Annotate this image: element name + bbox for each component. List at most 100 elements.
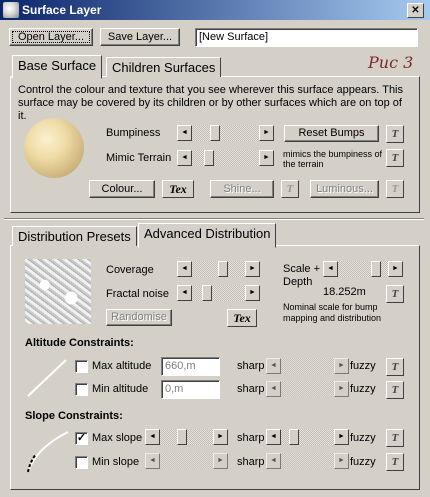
- slider-right-arrow-icon[interactable]: ►: [259, 125, 274, 141]
- slider-thumb[interactable]: [177, 429, 187, 445]
- tab-base-surface[interactable]: Base Surface: [12, 55, 103, 79]
- max-slope-slider[interactable]: ◄ ►: [145, 429, 228, 445]
- slider-track[interactable]: [192, 150, 259, 166]
- slider-left-arrow-icon[interactable]: ◄: [266, 453, 281, 469]
- fractal-noise-slider[interactable]: ◄ ►: [177, 285, 260, 301]
- scale-depth-value: 18.252m: [323, 286, 366, 298]
- surface-name-field[interactable]: [New Surface]: [195, 28, 418, 47]
- colour-button[interactable]: Colour...: [89, 180, 155, 198]
- slider-left-arrow-icon[interactable]: ◄: [145, 429, 160, 445]
- min-altitude-label: Min altitude: [92, 383, 149, 395]
- slider-right-arrow-icon[interactable]: ►: [259, 150, 274, 166]
- max-altitude-checkbox[interactable]: [75, 360, 88, 373]
- scale-depth-slider[interactable]: ◄ ►: [323, 261, 403, 277]
- slope-curve-icon: [27, 431, 69, 473]
- max-altitude-fuzz-slider[interactable]: ◄ ►: [266, 358, 349, 374]
- slider-right-arrow-icon[interactable]: ►: [245, 261, 260, 277]
- max-slope-sharp-label: sharp: [237, 432, 265, 444]
- slider-left-arrow-icon[interactable]: ◄: [177, 150, 192, 166]
- slider-left-arrow-icon[interactable]: ◄: [177, 261, 192, 277]
- slider-thumb[interactable]: [371, 261, 381, 277]
- slider-track[interactable]: [281, 453, 334, 469]
- slider-thumb[interactable]: [218, 261, 228, 277]
- slider-track[interactable]: [192, 125, 259, 141]
- min-altitude-sharp-label: sharp: [237, 383, 265, 395]
- max-altitude-label: Max altitude: [92, 360, 152, 372]
- min-altitude-field[interactable]: 0,m: [161, 380, 220, 399]
- shine-button[interactable]: Shine...: [210, 180, 274, 198]
- distribution-tex-button[interactable]: Tex: [227, 309, 257, 327]
- reset-bumps-button[interactable]: Reset Bumps: [284, 125, 379, 142]
- open-layer-button[interactable]: Open Layer...: [9, 28, 93, 46]
- max-slope-label: Max slope: [92, 432, 143, 444]
- separator: [4, 218, 424, 220]
- slider-right-arrow-icon[interactable]: ►: [334, 429, 349, 445]
- mimic-terrain-note: mimics the bumpiness of the terrain: [283, 149, 383, 169]
- min-slope-slider[interactable]: ◄ ►: [145, 453, 228, 469]
- slider-thumb[interactable]: [289, 429, 299, 445]
- scale-depth-label: Scale + Depth: [283, 263, 320, 288]
- min-slope-fuzz-slider[interactable]: ◄ ►: [266, 453, 349, 469]
- tab-advanced-distribution[interactable]: Advanced Distribution: [138, 223, 277, 248]
- slider-left-arrow-icon[interactable]: ◄: [323, 261, 338, 277]
- min-altitude-texture-icon[interactable]: T: [386, 381, 404, 399]
- max-altitude-texture-icon[interactable]: T: [386, 358, 404, 376]
- close-button[interactable]: ✕: [407, 3, 424, 18]
- slider-left-arrow-icon[interactable]: ◄: [266, 358, 281, 374]
- slider-right-arrow-icon[interactable]: ►: [334, 381, 349, 397]
- slope-heading: Slope Constraints:: [25, 410, 123, 422]
- luminous-button[interactable]: Luminous...: [310, 180, 379, 198]
- tab-distribution-presets[interactable]: Distribution Presets: [12, 226, 137, 246]
- slider-track[interactable]: [192, 285, 245, 301]
- coverage-slider[interactable]: ◄ ►: [177, 261, 260, 277]
- max-slope-fuzzy-label: fuzzy: [350, 432, 376, 444]
- slider-track[interactable]: [160, 453, 213, 469]
- slider-right-arrow-icon[interactable]: ►: [245, 285, 260, 301]
- save-layer-button[interactable]: Save Layer...: [100, 28, 180, 46]
- mimic-texture-icon[interactable]: T: [386, 149, 404, 167]
- slider-left-arrow-icon[interactable]: ◄: [145, 453, 160, 469]
- mimic-terrain-label: Mimic Terrain: [106, 152, 172, 164]
- window-title: Surface Layer: [22, 3, 102, 17]
- fractal-noise-label: Fractal noise: [106, 288, 169, 300]
- slider-left-arrow-icon[interactable]: ◄: [266, 429, 281, 445]
- min-altitude-fuzz-slider[interactable]: ◄ ►: [266, 381, 349, 397]
- slider-thumb[interactable]: [203, 150, 214, 166]
- max-altitude-fuzzy-label: fuzzy: [350, 360, 376, 372]
- slider-thumb[interactable]: [209, 125, 220, 141]
- max-altitude-field[interactable]: 660,m: [161, 357, 220, 376]
- slider-left-arrow-icon[interactable]: ◄: [177, 125, 192, 141]
- slider-thumb[interactable]: [202, 285, 212, 301]
- handwritten-annotation: Рис 3: [368, 53, 414, 72]
- colour-tex-button[interactable]: Tex: [162, 180, 194, 198]
- min-slope-fuzzy-label: fuzzy: [350, 456, 376, 468]
- max-slope-texture-icon[interactable]: T: [386, 429, 404, 447]
- slider-right-arrow-icon[interactable]: ►: [213, 429, 228, 445]
- base-description: Control the colour and texture that you …: [18, 84, 404, 122]
- mimic-terrain-slider[interactable]: ◄ ►: [177, 150, 274, 166]
- min-slope-label: Min slope: [92, 456, 140, 468]
- tab-children-surfaces[interactable]: Children Surfaces: [106, 57, 222, 77]
- shine-texture-icon[interactable]: T: [281, 180, 299, 198]
- min-altitude-checkbox[interactable]: [75, 383, 88, 396]
- randomise-button[interactable]: Randomise: [106, 309, 172, 326]
- slider-right-arrow-icon[interactable]: ►: [388, 261, 403, 277]
- slider-right-arrow-icon[interactable]: ►: [334, 358, 349, 374]
- slider-left-arrow-icon[interactable]: ◄: [177, 285, 192, 301]
- max-slope-checkbox[interactable]: ✓: [75, 432, 88, 445]
- luminous-texture-icon[interactable]: T: [386, 180, 404, 198]
- min-slope-texture-icon[interactable]: T: [386, 453, 404, 471]
- slider-track[interactable]: [281, 381, 334, 397]
- min-slope-checkbox[interactable]: [75, 456, 88, 469]
- surface-preview-sphere: [24, 118, 84, 178]
- slider-right-arrow-icon[interactable]: ►: [213, 453, 228, 469]
- bumpiness-label: Bumpiness: [106, 127, 161, 139]
- slider-left-arrow-icon[interactable]: ◄: [266, 381, 281, 397]
- max-slope-fuzz-slider[interactable]: ◄ ►: [266, 429, 349, 445]
- slider-right-arrow-icon[interactable]: ►: [334, 453, 349, 469]
- altitude-heading: Altitude Constraints:: [25, 337, 134, 349]
- scale-texture-icon[interactable]: T: [386, 285, 404, 303]
- bumpiness-slider[interactable]: ◄ ►: [177, 125, 274, 141]
- bumpiness-texture-icon[interactable]: T: [386, 125, 404, 143]
- slider-track[interactable]: [281, 358, 334, 374]
